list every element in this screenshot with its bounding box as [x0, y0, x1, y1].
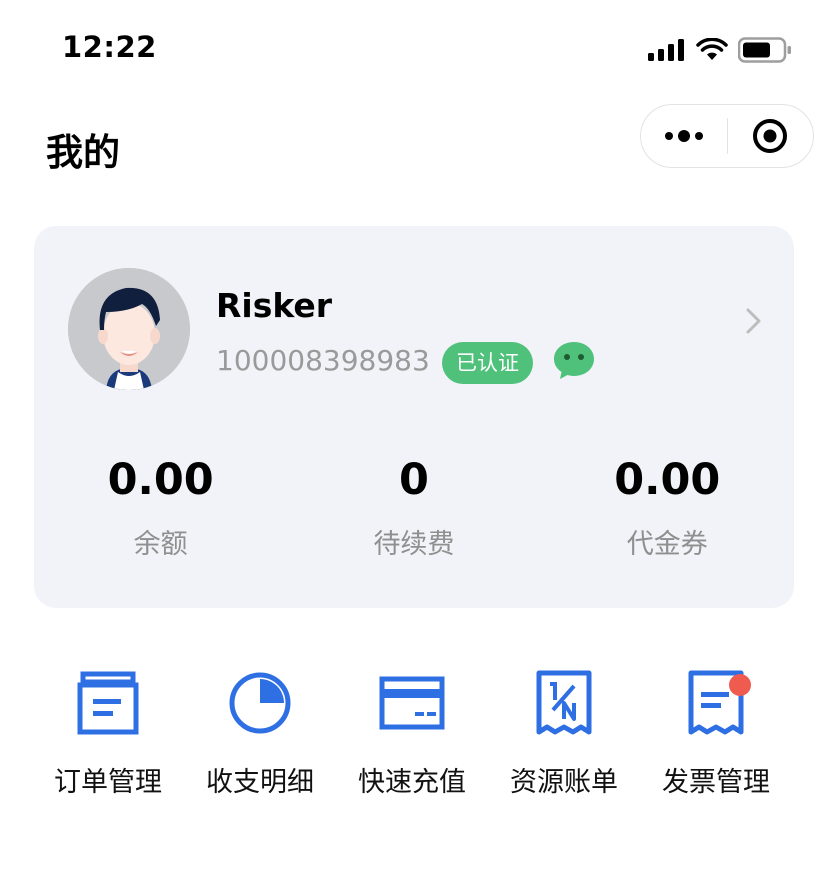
profile-card: Risker 100008398983 已认证 0.00 余额 0 待续费 0.…	[34, 226, 794, 608]
action-resource-bill[interactable]: 资源账单	[488, 668, 640, 799]
action-quick-recharge[interactable]: 快速充值	[336, 668, 488, 799]
close-miniprogram-button[interactable]	[728, 105, 814, 167]
more-dot-icon	[664, 132, 673, 140]
notification-dot	[729, 674, 751, 696]
stat-value: 0	[398, 455, 429, 505]
verified-badge: 已认证	[442, 342, 533, 384]
stat-value: 0.00	[107, 455, 214, 505]
wifi-icon	[696, 38, 728, 60]
stats-row: 0.00 余额 0 待续费 0.00 代金券	[34, 454, 794, 562]
cellular-signal-icon	[648, 39, 684, 61]
bill-icon	[529, 668, 599, 738]
pie-chart-icon	[225, 668, 295, 738]
action-income-expense[interactable]: 收支明细	[184, 668, 336, 799]
stat-pending-renewal[interactable]: 0 待续费	[287, 454, 540, 562]
avatar[interactable]	[68, 268, 190, 390]
account-id: 100008398983	[216, 344, 430, 377]
card-icon	[377, 668, 447, 738]
stat-label: 余额	[133, 529, 188, 560]
stat-value: 0.00	[614, 455, 721, 505]
chevron-right-icon[interactable]	[740, 306, 766, 336]
stat-label: 待续费	[373, 529, 455, 560]
action-invoice-management[interactable]: 发票管理	[640, 668, 792, 799]
more-dot-icon	[694, 132, 703, 140]
wechat-icon	[554, 342, 594, 379]
status-icons	[648, 36, 792, 64]
stat-balance[interactable]: 0.00 余额	[34, 454, 287, 562]
status-bar: 12:22	[0, 0, 828, 100]
more-button[interactable]	[641, 105, 727, 167]
action-label: 发票管理	[662, 767, 770, 798]
action-label: 资源账单	[510, 767, 618, 798]
username: Risker	[216, 286, 333, 325]
action-label: 快速充值	[358, 767, 466, 798]
quick-actions: 订单管理 收支明细 快速充值 资源账单 发票管理	[32, 668, 792, 799]
order-icon	[73, 668, 143, 738]
miniprogram-capsule	[640, 104, 814, 168]
page-title: 我的	[46, 131, 120, 174]
battery-icon	[738, 37, 791, 63]
stat-vouchers[interactable]: 0.00 代金券	[541, 454, 794, 562]
stat-label: 代金券	[626, 529, 708, 560]
action-label: 订单管理	[54, 767, 162, 798]
action-label: 收支明细	[206, 767, 314, 798]
status-time: 12:22	[62, 30, 157, 64]
more-dot-icon	[677, 130, 690, 142]
target-circle-icon	[753, 119, 788, 153]
action-order-management[interactable]: 订单管理	[32, 668, 184, 799]
invoice-icon	[681, 668, 751, 738]
avatar-illustration-icon	[68, 268, 190, 390]
